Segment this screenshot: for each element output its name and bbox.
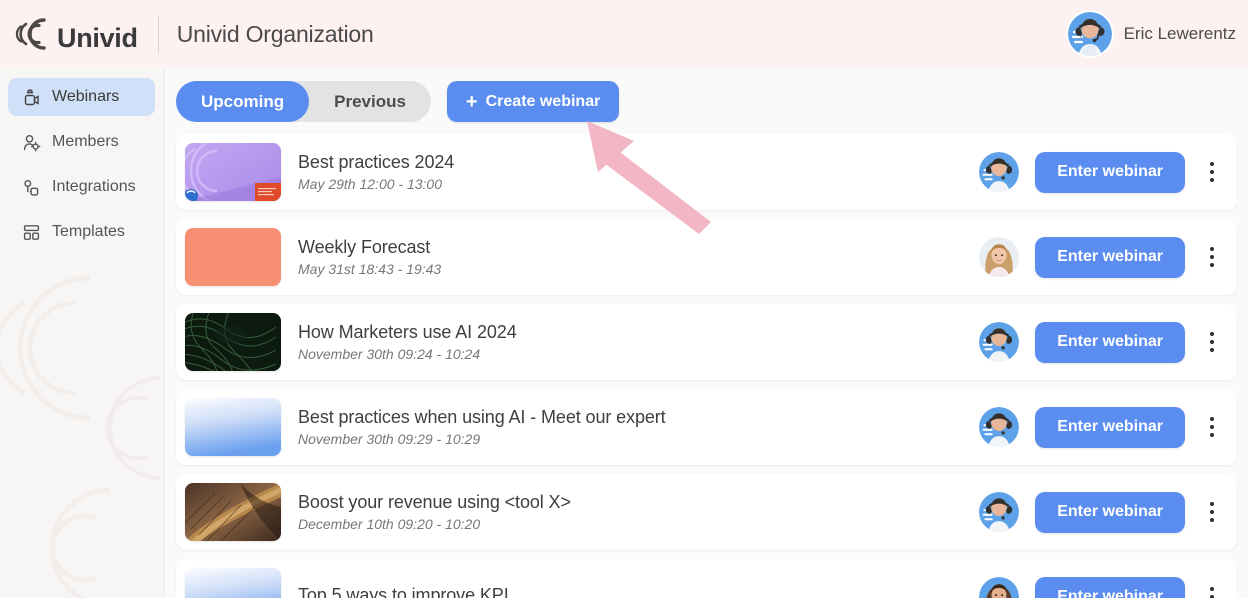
webinar-title: Boost your revenue using <tool X>: [298, 492, 571, 512]
host-avatar[interactable]: [979, 492, 1020, 532]
row-actions: Enter webinar: [979, 236, 1223, 278]
webinar-info: Weekly Forecast May 31st 18:43 - 19:43: [281, 237, 979, 277]
webinar-info: Boost your revenue using <tool X> Decemb…: [281, 492, 979, 532]
enter-webinar-button[interactable]: Enter webinar: [1035, 491, 1185, 533]
plus-icon: +: [465, 90, 478, 113]
watermark-arcs-2: [105, 376, 161, 480]
webinar-title: Weekly Forecast: [298, 237, 431, 257]
app-header: Univid Univid Organization Eric Lewerent…: [0, 0, 1248, 68]
table-row[interactable]: Weekly Forecast May 31st 18:43 - 19:43 E…: [176, 219, 1237, 295]
host-avatar[interactable]: [979, 237, 1020, 277]
table-row[interactable]: Best practices when using AI - Meet our …: [176, 389, 1237, 465]
webinar-time: November 30th 09:29 - 10:29: [298, 431, 481, 447]
logo-wordmark: Univid: [57, 22, 138, 53]
host-avatar[interactable]: [979, 152, 1020, 192]
organization-title: Univid Organization: [176, 20, 374, 47]
row-actions: Enter webinar: [979, 406, 1223, 448]
sidebar-nav: Webinars Members Integrations Templates: [0, 68, 165, 598]
row-actions: Enter webinar: [979, 491, 1223, 533]
host-avatar[interactable]: [979, 577, 1020, 598]
host-avatar[interactable]: [979, 407, 1020, 447]
webinar-filter-tabs: Upcoming Previous: [176, 81, 431, 122]
webinar-thumbnail: [185, 568, 281, 598]
user-name-label: Eric Lewerentz: [1123, 24, 1236, 43]
watermark-arcs-3: [49, 487, 111, 598]
row-more-menu-icon[interactable]: [1201, 410, 1223, 444]
host-avatar[interactable]: [979, 322, 1020, 362]
webinar-thumbnail: [185, 483, 281, 541]
webinar-thumbnail: [185, 143, 281, 201]
sidebar-label-templates: Templates: [52, 223, 125, 240]
tab-upcoming[interactable]: Upcoming: [176, 81, 310, 122]
sidebar-item-templates[interactable]: Templates: [8, 213, 155, 251]
watermark-arcs-1: [0, 275, 91, 421]
list-toolbar: Upcoming Previous + Create webinar: [165, 68, 1248, 134]
webinar-info: Best practices when using AI - Meet our …: [281, 407, 979, 447]
webinar-time: May 29th 12:00 - 13:00: [298, 176, 442, 192]
user-menu[interactable]: Eric Lewerentz: [1067, 12, 1236, 56]
integrations-nodes-icon: [21, 177, 41, 197]
row-actions: Enter webinar: [979, 321, 1223, 363]
members-person-gear-icon: [21, 132, 41, 152]
webinar-camera-icon: [21, 87, 41, 107]
univid-dashboard: Univid Univid Organization Eric Lewerent…: [0, 0, 1248, 598]
sidebar-label-members: Members: [52, 133, 119, 150]
sidebar-item-integrations[interactable]: Integrations: [8, 168, 155, 206]
webinar-thumbnail: [185, 398, 281, 456]
webinar-info: How Marketers use AI 2024 November 30th …: [281, 322, 979, 362]
enter-webinar-button[interactable]: Enter webinar: [1035, 236, 1185, 278]
webinar-thumbnail: [185, 313, 281, 371]
row-actions: Enter webinar: [979, 151, 1223, 193]
webinar-title: How Marketers use AI 2024: [298, 322, 517, 342]
enter-webinar-button[interactable]: Enter webinar: [1035, 151, 1185, 193]
sidebar-item-webinars[interactable]: Webinars: [8, 78, 155, 116]
brand-logo[interactable]: Univid: [14, 12, 138, 56]
row-more-menu-icon[interactable]: [1201, 495, 1223, 529]
webinar-time: November 30th 09:24 - 10:24: [298, 346, 481, 362]
webinar-time: May 31st 18:43 - 19:43: [298, 261, 442, 277]
enter-webinar-button[interactable]: Enter webinar: [1035, 576, 1185, 598]
app-body: Webinars Members Integrations Templates …: [0, 68, 1248, 598]
webinar-time: December 10th 09:20 - 10:20: [298, 516, 481, 532]
header-divider: [157, 15, 159, 53]
table-row[interactable]: How Marketers use AI 2024 November 30th …: [176, 304, 1237, 380]
row-actions: Enter webinar: [979, 576, 1223, 598]
row-more-menu-icon[interactable]: [1201, 155, 1223, 189]
sidebar-item-members[interactable]: Members: [8, 123, 155, 161]
user-avatar[interactable]: [1067, 12, 1112, 56]
univid-arcs-logo-icon: [14, 12, 60, 56]
create-webinar-label: Create webinar: [485, 92, 601, 110]
sidebar-label-integrations: Integrations: [52, 178, 136, 195]
row-more-menu-icon[interactable]: [1201, 240, 1223, 274]
create-webinar-button[interactable]: + Create webinar: [446, 81, 620, 122]
tab-previous[interactable]: Previous: [309, 81, 431, 122]
templates-grid-icon: [21, 222, 41, 242]
webinar-info: Best practices 2024 May 29th 12:00 - 13:…: [281, 152, 979, 192]
webinar-title: Top 5 ways to improve KPI: [298, 585, 509, 598]
webinar-title: Best practices when using AI - Meet our …: [298, 407, 666, 427]
sidebar-label-webinars: Webinars: [52, 88, 120, 105]
webinar-title: Best practices 2024: [298, 152, 455, 172]
table-row[interactable]: Boost your revenue using <tool X> Decemb…: [176, 474, 1237, 550]
main-content: Upcoming Previous + Create webinar Best …: [165, 68, 1248, 598]
webinar-list: Best practices 2024 May 29th 12:00 - 13:…: [165, 134, 1248, 598]
table-row[interactable]: Best practices 2024 May 29th 12:00 - 13:…: [176, 134, 1237, 210]
webinar-thumbnail: [185, 228, 281, 286]
enter-webinar-button[interactable]: Enter webinar: [1035, 406, 1185, 448]
table-row[interactable]: Top 5 ways to improve KPI Enter webinar: [176, 559, 1237, 598]
row-more-menu-icon[interactable]: [1201, 580, 1223, 598]
webinar-info: Top 5 ways to improve KPI: [281, 585, 979, 598]
row-more-menu-icon[interactable]: [1201, 325, 1223, 359]
enter-webinar-button[interactable]: Enter webinar: [1035, 321, 1185, 363]
